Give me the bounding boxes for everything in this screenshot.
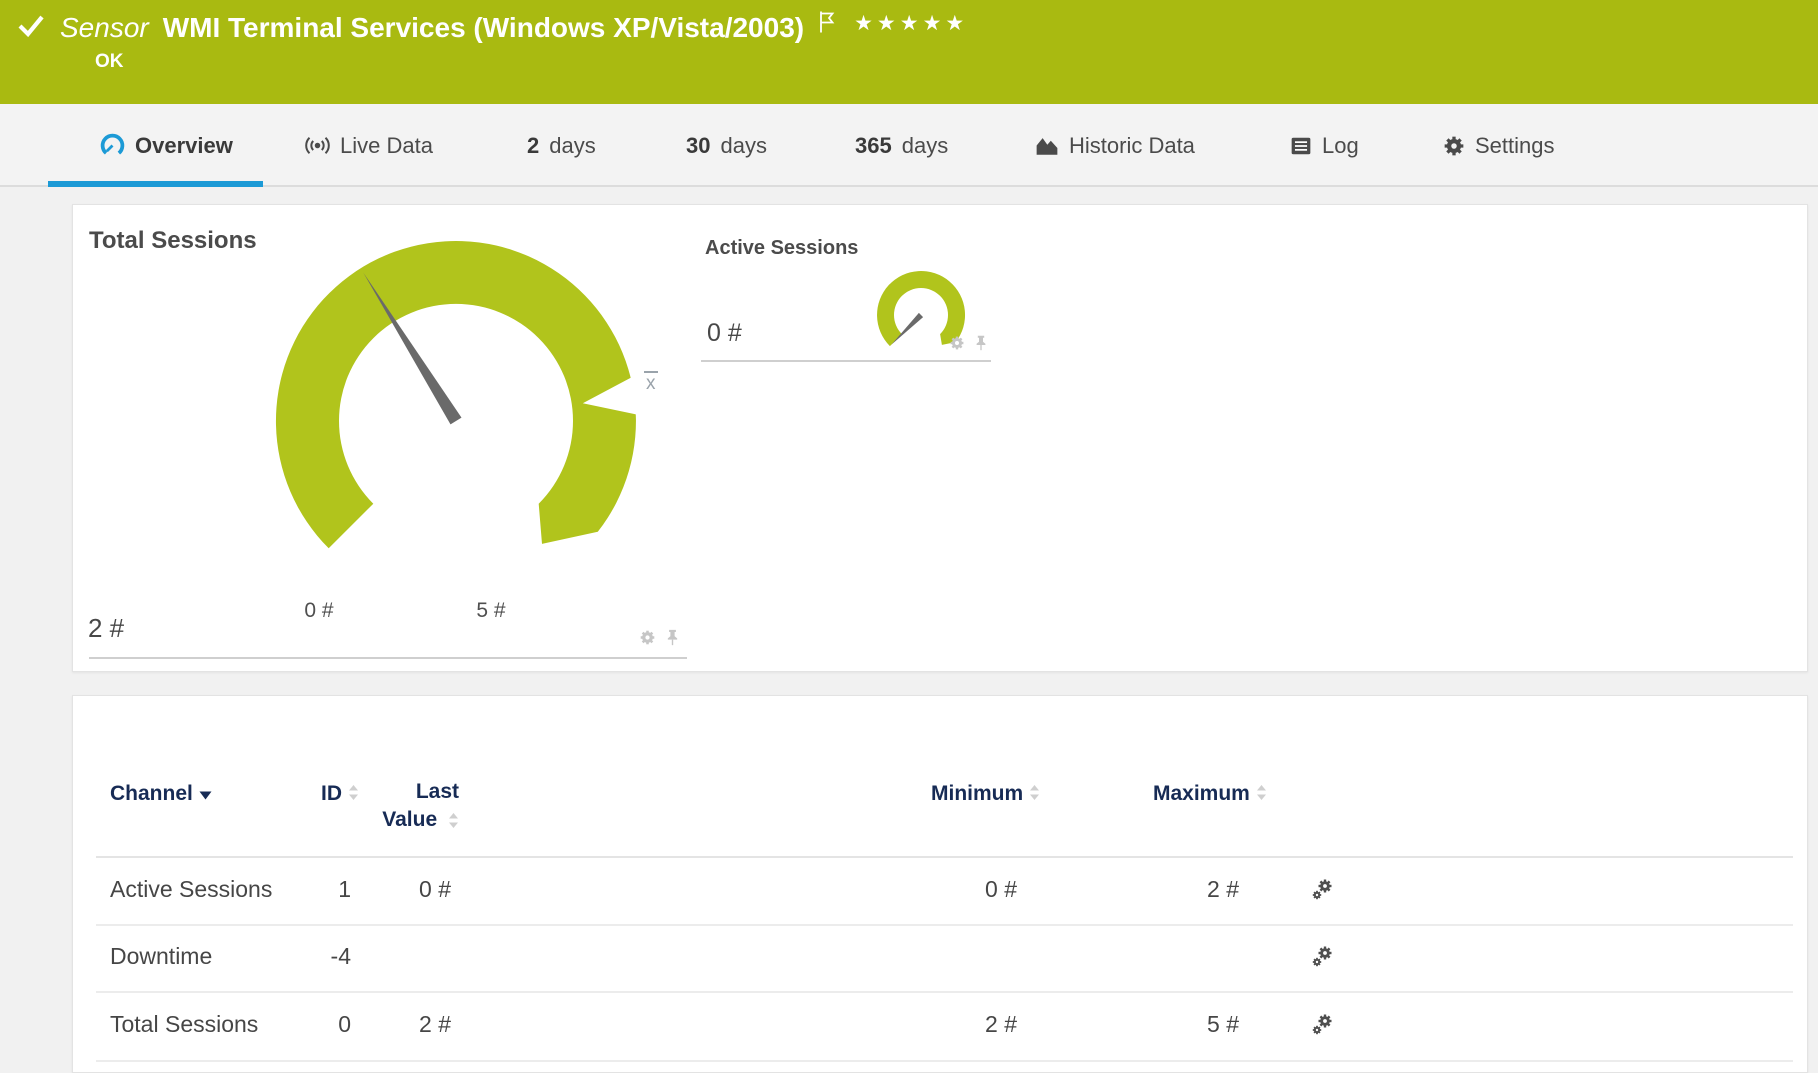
column-header-minimum-label: Minimum xyxy=(931,782,1023,806)
active-tab-underline xyxy=(48,181,263,187)
sort-icon xyxy=(348,784,359,801)
tab-live-data[interactable]: Live Data xyxy=(305,104,433,187)
tab-2-days-number: 2 xyxy=(527,133,539,159)
gauge-settings-gear-icon[interactable] xyxy=(639,629,656,646)
column-header-value-label: Value xyxy=(382,808,437,831)
tab-30-days-unit: days xyxy=(720,133,766,159)
column-header-channel-label: Channel xyxy=(110,782,193,806)
page-title: WMI Terminal Services (Windows XP/Vista/… xyxy=(163,9,804,47)
channel-settings-gears-icon[interactable] xyxy=(1311,1013,1335,1037)
tab-365-days-number: 365 xyxy=(855,133,892,159)
sort-icon xyxy=(1256,784,1267,801)
tab-overview-label: Overview xyxy=(135,133,233,159)
sort-desc-icon xyxy=(199,791,212,800)
historic-chart-icon xyxy=(1035,135,1059,157)
channel-last-value: 0 # xyxy=(351,876,451,903)
row-divider xyxy=(96,991,1793,993)
tab-settings-label: Settings xyxy=(1475,133,1555,159)
channel-settings-gears-icon[interactable] xyxy=(1311,878,1335,902)
tab-log[interactable]: Log xyxy=(1290,104,1359,187)
column-header-id-label: ID xyxy=(321,782,342,806)
tab-365-days[interactable]: 365 days xyxy=(855,104,948,187)
tab-historic-data-label: Historic Data xyxy=(1069,133,1195,159)
total-sessions-gauge-title: Total Sessions xyxy=(89,227,257,255)
column-header-last-label: Last xyxy=(373,778,459,806)
channel-last-value: 2 # xyxy=(351,1011,451,1038)
column-header-last-value[interactable]: Last Value xyxy=(373,778,459,834)
active-sessions-gauge-title: Active Sessions xyxy=(705,237,858,260)
channel-name: Total Sessions xyxy=(110,1011,258,1038)
active-sessions-current-value: 0 # xyxy=(707,319,742,348)
channel-id: 1 xyxy=(251,876,351,903)
gauge-divider xyxy=(89,657,687,659)
table-header-divider xyxy=(96,856,1793,858)
tab-bar: Overview Live Data 2 days 30 days 365 da… xyxy=(0,104,1818,187)
tab-2-days[interactable]: 2 days xyxy=(527,104,596,187)
row-divider xyxy=(96,1060,1793,1062)
gauges-panel: Total Sessions x 0 # 5 # 2 # Active Sess… xyxy=(72,204,1808,672)
sensor-status-banner: Sensor WMI Terminal Services (Windows XP… xyxy=(0,0,1818,104)
tab-365-days-unit: days xyxy=(902,133,948,159)
gauge-pin-icon[interactable] xyxy=(973,335,989,351)
gauge-max-label: 5 # xyxy=(461,599,521,623)
channel-name: Downtime xyxy=(110,943,212,970)
settings-gear-icon xyxy=(1443,135,1465,157)
channel-id: -4 xyxy=(251,943,351,970)
tab-log-label: Log xyxy=(1322,133,1359,159)
column-header-minimum[interactable]: Minimum xyxy=(931,782,1040,806)
tab-historic-data[interactable]: Historic Data xyxy=(1035,104,1195,187)
channel-id: 0 xyxy=(251,1011,351,1038)
channel-name: Active Sessions xyxy=(110,876,272,903)
channel-minimum: 0 # xyxy=(917,876,1017,903)
channel-maximum: 5 # xyxy=(1139,1011,1239,1038)
channel-maximum: 2 # xyxy=(1139,876,1239,903)
gauge-settings-gear-icon[interactable] xyxy=(949,335,965,351)
tab-overview[interactable]: Overview xyxy=(100,104,233,187)
gauge-average-marker: x xyxy=(644,371,658,394)
sort-icon xyxy=(1029,784,1040,801)
total-sessions-current-value: 2 # xyxy=(88,613,124,644)
status-badge: OK xyxy=(95,51,124,73)
tab-30-days[interactable]: 30 days xyxy=(686,104,767,187)
gauge-divider xyxy=(701,360,991,362)
status-ok-check-icon xyxy=(15,11,47,41)
flag-icon[interactable] xyxy=(818,10,840,35)
column-header-maximum[interactable]: Maximum xyxy=(1153,782,1267,806)
sort-icon xyxy=(448,812,459,829)
tab-settings[interactable]: Settings xyxy=(1443,104,1555,187)
sensor-kind-label: Sensor xyxy=(60,9,149,47)
channel-minimum: 2 # xyxy=(917,1011,1017,1038)
column-header-channel[interactable]: Channel xyxy=(110,782,212,806)
tab-30-days-number: 30 xyxy=(686,133,710,159)
channels-table-panel: Channel ID Last Value Minimum Maximum xyxy=(72,695,1808,1073)
priority-stars[interactable]: ★★★★★ xyxy=(854,11,968,36)
gauge-pin-icon[interactable] xyxy=(664,629,681,646)
live-data-icon xyxy=(305,133,330,158)
gauge-icon xyxy=(100,133,125,158)
column-header-id[interactable]: ID xyxy=(321,782,359,806)
total-sessions-gauge xyxy=(251,226,701,581)
gauge-min-label: 0 # xyxy=(289,599,349,623)
log-list-icon xyxy=(1290,135,1312,157)
tab-2-days-unit: days xyxy=(549,133,595,159)
channel-settings-gears-icon[interactable] xyxy=(1311,945,1335,969)
tab-live-data-label: Live Data xyxy=(340,133,433,159)
column-header-maximum-label: Maximum xyxy=(1153,782,1250,806)
row-divider xyxy=(96,924,1793,926)
